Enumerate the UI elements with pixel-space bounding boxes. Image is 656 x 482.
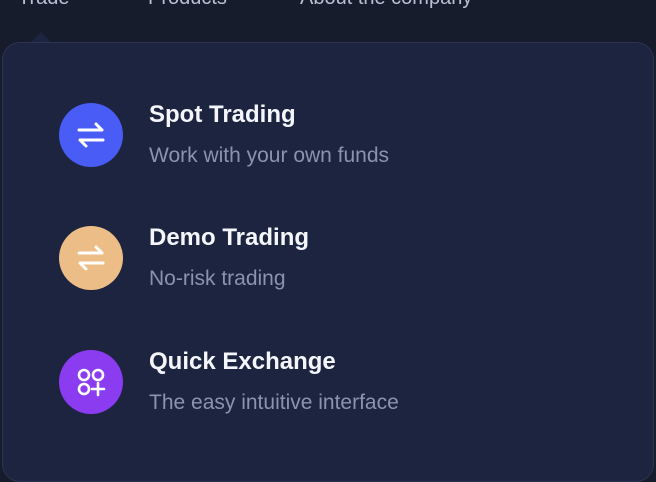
menu-item-subtitle: Work with your own funds: [149, 144, 390, 167]
top-navigation: Trade Products About the company: [0, 0, 656, 42]
menu-item-quick-exchange[interactable]: Quick Exchange The easy intuitive interf…: [59, 348, 619, 428]
trade-dropdown-menu: Spot Trading Work with your own funds De…: [2, 42, 654, 482]
circles-plus-icon: [59, 350, 123, 414]
swap-arrows-icon: [59, 226, 123, 290]
menu-item-subtitle: The easy intuitive interface: [149, 391, 399, 414]
menu-item-title: Demo Trading: [149, 224, 310, 251]
menu-item-spot-trading[interactable]: Spot Trading Work with your own funds: [59, 101, 619, 181]
menu-item-title: Quick Exchange: [149, 348, 336, 375]
nav-item-products[interactable]: Products: [148, 0, 227, 10]
nav-item-trade[interactable]: Trade: [18, 0, 70, 10]
swap-arrows-icon: [59, 103, 123, 167]
menu-item-subtitle: No-risk trading: [149, 267, 286, 290]
menu-item-title: Spot Trading: [149, 101, 296, 128]
menu-item-demo-trading[interactable]: Demo Trading No-risk trading: [59, 224, 619, 304]
nav-item-about[interactable]: About the company: [300, 0, 472, 10]
